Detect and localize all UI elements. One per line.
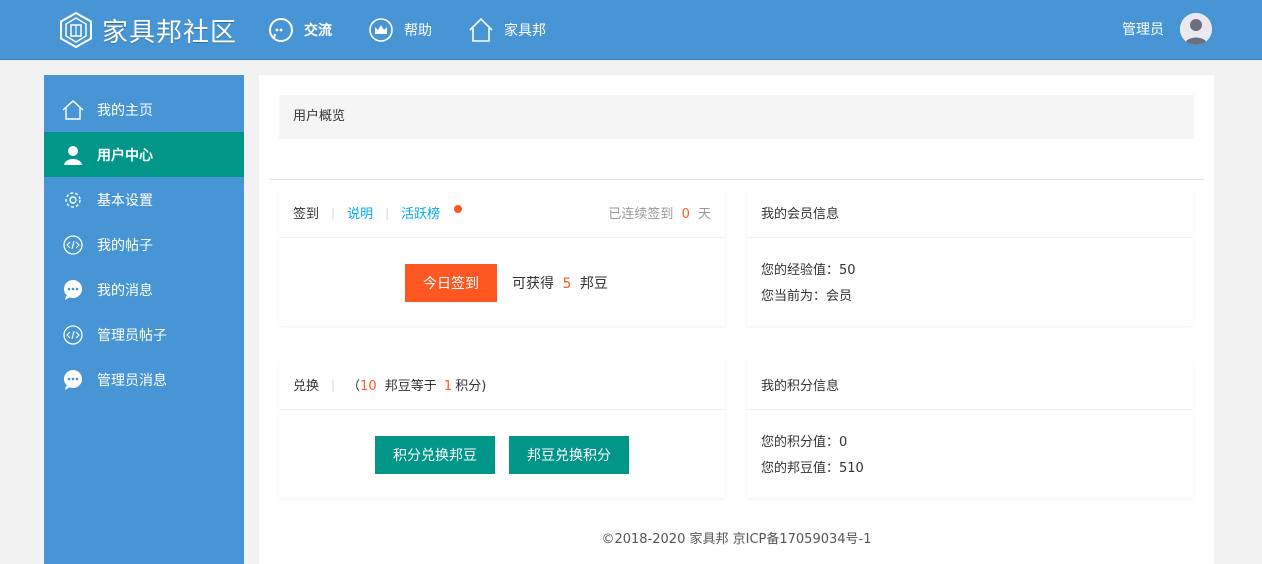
rate-close: 积分) [455, 379, 487, 394]
sidebar: 我的主页 用户中心 基本设置 我的帖子 我的消息 管理员帖子 管理员消息 [44, 75, 244, 564]
sidebar-item-label: 管理员消息 [97, 372, 167, 389]
chat-bubble-icon [269, 18, 293, 42]
member-title: 我的会员信息 [761, 207, 840, 222]
main-panel: 用户概览 签到 | 说明 | 活跃榜 已连续签到 0 天 今日签到 可获得 5 … [259, 75, 1214, 564]
sidebar-item-home[interactable]: 我的主页 [44, 87, 244, 132]
separator: | [331, 377, 336, 392]
chat-icon [62, 369, 84, 391]
signin-card-header: 签到 | 说明 | 活跃榜 已连续签到 0 天 [279, 188, 725, 238]
sidebar-item-label: 我的主页 [97, 102, 153, 119]
points-card-body: 您的积分值：0 您的邦豆值：510 [747, 410, 1193, 502]
sidebar-item-user-center[interactable]: 用户中心 [44, 132, 244, 177]
beans-to-points-button[interactable]: 邦豆兑换积分 [509, 436, 629, 474]
main-nav: 交流 帮助 家具邦 [268, 0, 582, 60]
points-value: 您的积分值：0 [761, 435, 848, 450]
gear-icon [62, 189, 84, 211]
rate-open: （ [347, 379, 361, 394]
exchange-card-header: 兑换 | （10 邦豆等于 1 积分) [279, 360, 725, 410]
member-level: 您当前为：会员 [761, 289, 853, 304]
sidebar-item-label: 用户中心 [97, 147, 153, 164]
user-name: 管理员 [1122, 22, 1164, 38]
sidebar-item-label: 管理员帖子 [97, 327, 167, 344]
divider [269, 179, 1204, 180]
logo-text: 家具邦社区 [102, 17, 238, 48]
avatar-icon [1180, 13, 1212, 45]
signin-card: 签到 | 说明 | 活跃榜 已连续签到 0 天 今日签到 可获得 5 邦豆 [279, 188, 725, 326]
sidebar-item-label: 基本设置 [97, 192, 153, 209]
points-info-card: 我的积分信息 您的积分值：0 您的邦豆值：510 [747, 360, 1193, 498]
nav-label: 帮助 [404, 23, 432, 39]
points-title: 我的积分信息 [761, 379, 840, 394]
signin-reward: 可获得 5 邦豆 [512, 273, 608, 293]
separator: | [331, 205, 336, 220]
sidebar-item-label: 我的帖子 [97, 237, 153, 254]
signin-action: 今日签到 可获得 5 邦豆 [405, 264, 608, 302]
home-icon [469, 17, 493, 42]
reward-amount: 5 [562, 276, 572, 292]
member-card-header: 我的会员信息 [747, 188, 1193, 238]
explain-link[interactable]: 说明 [347, 203, 373, 222]
user-icon [62, 144, 84, 166]
signin-streak: 已连续签到 0 天 [608, 203, 711, 222]
code-icon [62, 234, 84, 256]
streak-days: 0 [681, 207, 690, 222]
exp-value: 您的经验值：50 [761, 263, 856, 278]
sidebar-item-settings[interactable]: 基本设置 [44, 177, 244, 222]
exchange-rate: （10 邦豆等于 1 积分) [347, 375, 486, 394]
site-logo[interactable]: 家具邦社区 [60, 10, 237, 50]
signin-title: 签到 [293, 207, 320, 222]
avatar[interactable] [1180, 13, 1212, 45]
rate-mid: 邦豆等于 [384, 379, 437, 394]
streak-suffix: 天 [697, 207, 711, 222]
member-card-body: 您的经验值：50 您当前为：会员 [747, 238, 1193, 330]
chat-icon [62, 279, 84, 301]
page-title: 用户概览 [279, 95, 1194, 139]
top-header: 家具邦社区 交流 帮助 家具邦 管理员 [0, 0, 1262, 60]
beans-value: 您的邦豆值：510 [761, 461, 864, 476]
streak-prefix: 已连续签到 [608, 207, 674, 222]
nav-item-help[interactable]: 帮助 [368, 17, 432, 43]
signin-button[interactable]: 今日签到 [405, 264, 497, 302]
crown-icon [369, 18, 393, 42]
nav-item-home[interactable]: 家具邦 [468, 17, 546, 43]
sidebar-item-admin-posts[interactable]: 管理员帖子 [44, 312, 244, 357]
rate-beans: 10 [360, 379, 377, 394]
user-menu[interactable]: 管理员 [1122, 13, 1212, 45]
code-icon [62, 324, 84, 346]
reward-suffix: 邦豆 [579, 276, 608, 292]
home-icon [62, 99, 84, 121]
active-rank-link[interactable]: 活跃榜 [401, 203, 440, 222]
nav-label: 交流 [304, 23, 332, 39]
sidebar-item-my-messages[interactable]: 我的消息 [44, 267, 244, 312]
points-to-beans-button[interactable]: 积分兑换邦豆 [375, 436, 495, 474]
rate-points: 1 [443, 379, 453, 394]
separator: | [385, 205, 390, 220]
points-card-header: 我的积分信息 [747, 360, 1193, 410]
reward-prefix: 可获得 [512, 276, 554, 292]
logo-icon [60, 12, 92, 48]
exchange-card: 兑换 | （10 邦豆等于 1 积分) 积分兑换邦豆 邦豆兑换积分 [279, 360, 725, 498]
sidebar-item-admin-messages[interactable]: 管理员消息 [44, 357, 244, 402]
member-info-card: 我的会员信息 您的经验值：50 您当前为：会员 [747, 188, 1193, 326]
exchange-actions: 积分兑换邦豆 邦豆兑换积分 [375, 436, 629, 474]
sidebar-item-label: 我的消息 [97, 282, 153, 299]
nav-item-exchange[interactable]: 交流 [268, 17, 332, 43]
notification-dot [454, 205, 462, 213]
sidebar-item-my-posts[interactable]: 我的帖子 [44, 222, 244, 267]
exchange-title: 兑换 [293, 379, 320, 394]
footer-copyright: ©2018-2020 家具邦 京ICP备17059034号-1 [601, 532, 872, 547]
nav-label: 家具邦 [504, 23, 546, 39]
